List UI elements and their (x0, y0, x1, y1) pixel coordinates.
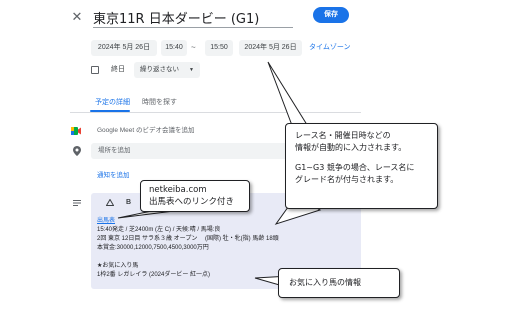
end-date-chip[interactable]: 2024年 5月 26日 (239, 40, 302, 56)
event-title[interactable]: 東京11R 日本ダービー (G1) (93, 8, 259, 27)
callout-favorite: お気に入り馬の情報 (278, 268, 400, 298)
save-button[interactable]: 保存 (313, 7, 349, 23)
timezone-link[interactable]: タイムゾーン (309, 40, 351, 56)
description-line: ★お気に入り馬 (97, 263, 139, 269)
add-meet-button[interactable]: Google Meet のビデオ会議を追加 (97, 126, 195, 136)
description-line: 15:40発走 / 芝2400m (左 C) / 天候:晴 / 馬場:良 (97, 227, 221, 233)
callout-auto-fill: レース名・開催日時などの 情報が自動的に入力されます。 G1~G3 競争の場合、… (285, 123, 438, 209)
callout-text: 出馬表へのリンク付き (149, 197, 235, 207)
callout-text: お気に入り馬の情報 (289, 278, 361, 287)
drive-icon[interactable] (106, 199, 114, 207)
tab-find-time[interactable]: 時間を探す (142, 98, 177, 108)
callout-text: G1~G3 競争の場合、レース名に (295, 163, 415, 172)
tab-event-details[interactable]: 予定の詳細 (95, 98, 130, 108)
description-line: 2回 東京 12日目 サラ系３歳 オープン (国際) 牡・牝(指) 馬齢 18頭 (97, 236, 279, 242)
start-date-chip[interactable]: 2024年 5月 26日 (91, 40, 157, 56)
callout-text: レース名・開催日時などの (295, 131, 391, 140)
bold-icon[interactable]: B (126, 198, 131, 208)
description-line: 1枠2番 レガレイラ (2024ダービー 紅一点) (97, 272, 211, 278)
repeat-value: 繰り返さない (140, 66, 179, 73)
tab-divider (70, 112, 361, 113)
pointer-title (267, 61, 310, 129)
allday-label: 終日 (111, 66, 125, 73)
race-card-link[interactable]: 出馬表 (97, 218, 115, 224)
description-line: 本賞金:30000,12000,7500,4500,3000万円 (97, 245, 209, 251)
close-icon[interactable]: ✕ (70, 10, 84, 24)
title-underline (93, 27, 293, 28)
allday-checkbox[interactable] (91, 66, 99, 74)
start-time-chip[interactable]: 15:40 (161, 40, 187, 56)
add-notification-link[interactable]: 通知を追加 (97, 171, 130, 181)
notes-icon (73, 200, 81, 206)
video-camera-icon (71, 127, 81, 135)
time-separator: ~ (191, 43, 196, 52)
end-time-chip[interactable]: 15:50 (205, 40, 233, 56)
description-link-line: 出馬表 (97, 217, 115, 226)
repeat-dropdown[interactable]: 繰り返さない ▼ (134, 62, 200, 78)
callout-text: 情報が自動的に入力されます。 (295, 143, 407, 152)
callout-text: グレード名が付与されます。 (295, 175, 399, 184)
location-pin-icon (73, 146, 81, 156)
callout-netkeiba: netkeiba.com 出馬表へのリンク付き (140, 180, 250, 212)
callout-text: netkeiba.com (149, 185, 207, 195)
chevron-down-icon: ▼ (189, 67, 194, 73)
